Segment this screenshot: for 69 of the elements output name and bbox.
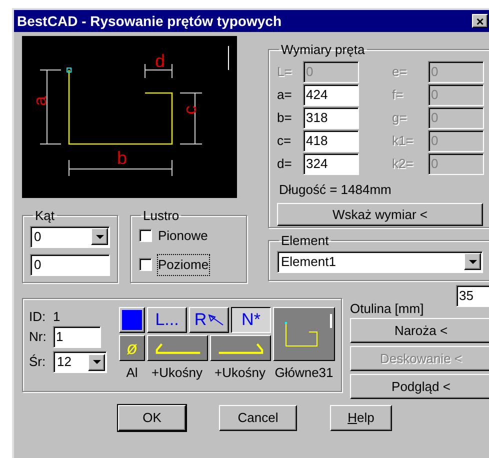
tool-button[interactable] [210, 335, 271, 361]
field-label: g= [392, 109, 408, 128]
dropdown-button[interactable] [88, 354, 105, 370]
dialog-button[interactable]: Cancel [219, 405, 297, 431]
dimension-field[interactable]: 324 [303, 153, 359, 175]
arrow-icon [208, 314, 224, 326]
color-button[interactable] [119, 307, 145, 333]
tool-caption: Al [125, 364, 139, 382]
checkbox[interactable] [139, 258, 152, 272]
dimension-label: b [117, 148, 127, 168]
dimension-field[interactable]: 418 [303, 130, 359, 152]
caret-icon [96, 234, 104, 238]
shape-thumbnail[interactable] [273, 307, 335, 361]
field-label: e= [392, 63, 408, 82]
field-label: k1= [392, 132, 414, 150]
tool-caption: Główne31 [274, 364, 334, 382]
dimension-field[interactable]: 318 [303, 107, 359, 129]
tool-caption: +Ukośny [214, 364, 266, 382]
field-label: c= [277, 132, 292, 150]
dropdown[interactable]: 12 [53, 351, 107, 373]
dialog-button[interactable]: Help [330, 405, 392, 431]
id-label: ID: [29, 308, 47, 323]
tool-caption: +Ukośny [150, 364, 204, 382]
caret-icon [468, 260, 476, 264]
dropdown[interactable]: Element1 [277, 250, 483, 272]
tool-button[interactable]: R [189, 307, 229, 333]
caret-icon [92, 360, 100, 364]
window-title: BestCAD - Rysowanie prętów typowych [17, 12, 282, 31]
action-button[interactable]: Podgląd < [350, 374, 489, 399]
button-label: R [194, 309, 207, 332]
field-label: a= [277, 86, 293, 104]
field-label: f= [392, 86, 404, 104]
field-label: d= [277, 155, 293, 174]
dimension-label: a [30, 96, 50, 106]
tool-button[interactable]: L... [147, 307, 187, 333]
checkbox[interactable] [139, 228, 152, 242]
dimension-field[interactable]: 424 [303, 84, 359, 106]
color-swatch [122, 310, 142, 330]
action-button[interactable]: Naroża < [350, 318, 489, 343]
dimension-label: d [155, 51, 165, 71]
start-point-marker [66, 68, 72, 72]
field-label: b= [277, 109, 293, 128]
tool-button[interactable]: ø [119, 335, 145, 361]
group-title: Element [281, 233, 329, 248]
cover-label: Otulina [mm] [350, 300, 425, 318]
dimension-label: c [180, 106, 200, 114]
tool-button[interactable]: N* [231, 307, 271, 333]
dialog-button[interactable]: OK [118, 405, 186, 431]
angle-field[interactable]: 0 [30, 254, 110, 276]
pick-dimension-button[interactable]: Wskaż wymiar < [277, 203, 483, 226]
tool-button[interactable] [147, 335, 208, 361]
cover-field[interactable]: 35 [456, 285, 489, 307]
nr-label: Nr: [29, 328, 48, 346]
nr-field[interactable]: 1 [53, 326, 101, 348]
field-label: L= [277, 63, 293, 82]
close-button[interactable]: × [472, 14, 488, 28]
length-text: Długość = 1484mm [279, 180, 392, 199]
group-title: Kąt [35, 208, 55, 223]
dropdown-button[interactable] [91, 228, 108, 245]
cursor-line [228, 46, 229, 70]
group-title: Wymiary pręta [281, 42, 365, 57]
group-title: Lustro [143, 208, 180, 223]
field-label: k2= [392, 155, 414, 174]
dropdown[interactable]: 0 [30, 226, 110, 248]
id-value: 1 [53, 308, 60, 323]
dropdown-button[interactable] [464, 253, 481, 270]
checkbox-label: Poziome [158, 255, 209, 274]
checkbox-label: Pionowe [158, 226, 208, 244]
diameter-label: Śr: [29, 353, 47, 372]
